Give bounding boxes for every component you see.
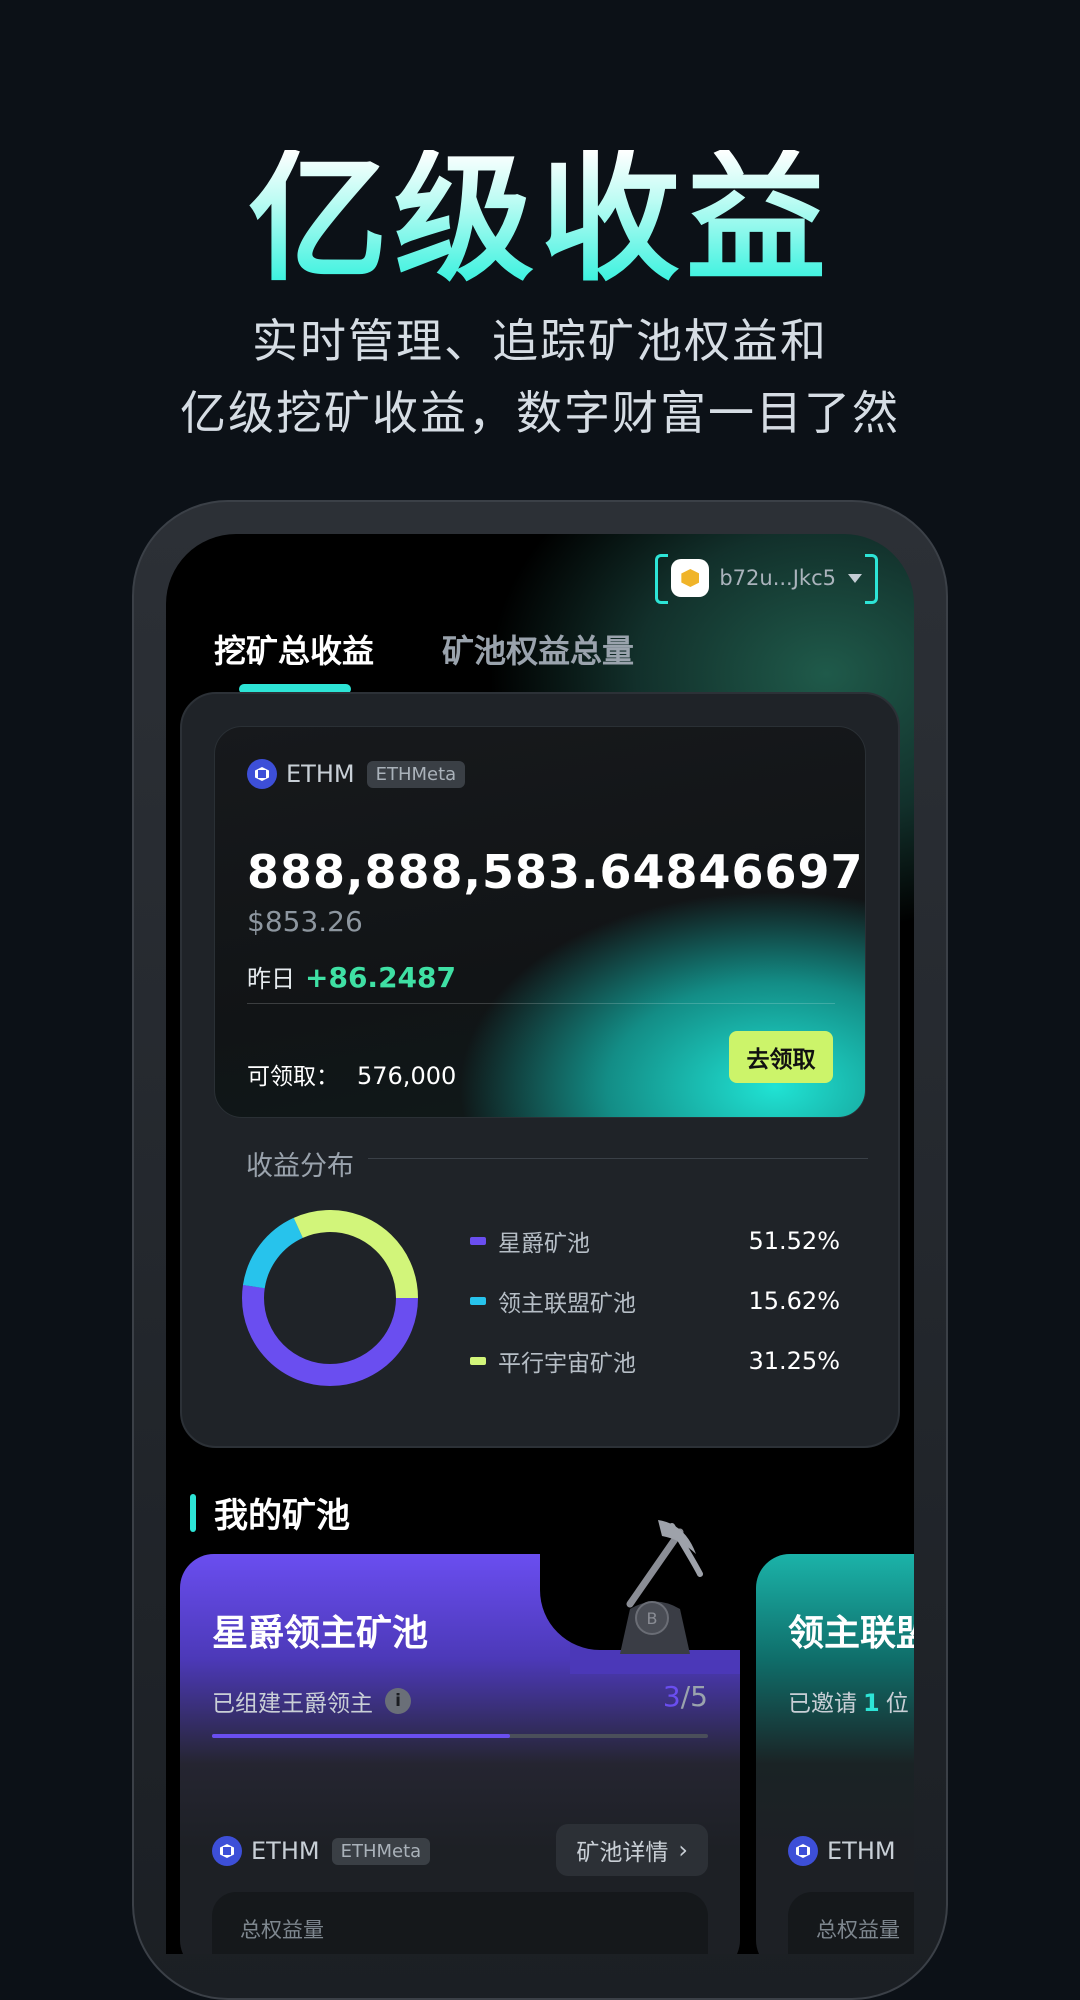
chevron-right-icon: › xyxy=(678,1836,688,1864)
pool-card-lingzhu[interactable]: 领主联盟矿池 已邀请1位 ETHM 总权益量 xyxy=(756,1554,914,1954)
pool-equity-label: 总权益量 xyxy=(816,1918,900,1942)
pool-count-current: 3 xyxy=(662,1680,681,1713)
section-accent-bar xyxy=(190,1493,196,1532)
pool-token-label: ETHM xyxy=(788,1836,896,1866)
bracket-right-icon xyxy=(865,554,878,604)
pool-progress-fill xyxy=(212,1734,510,1738)
token-tag: ETHMeta xyxy=(366,760,466,788)
legend-percent: 15.62% xyxy=(748,1287,840,1315)
tab-pool-equity[interactable]: 矿池权益总量 xyxy=(442,626,634,672)
legend-item-lingzhu: 领主联盟矿池 15.62% xyxy=(470,1284,840,1318)
hero-subtitle-line2: 亿级挖矿收益，数字财富一目了然 xyxy=(180,386,900,440)
legend-percent: 51.52% xyxy=(748,1227,840,1255)
svg-text:B: B xyxy=(647,1609,658,1628)
legend-swatch xyxy=(470,1237,486,1245)
token-tag: ETHMeta xyxy=(331,1837,431,1865)
wallet-address: b72u...Jkc5 xyxy=(719,566,836,590)
distribution-divider xyxy=(368,1158,868,1159)
bracket-left-icon xyxy=(655,554,669,604)
token-symbol: ETHM xyxy=(251,1837,320,1865)
ethm-token-icon xyxy=(212,1836,242,1866)
pool-sub: 已组建王爵领主 i xyxy=(212,1684,411,1718)
claim-button[interactable]: 去领取 xyxy=(729,1031,833,1083)
chevron-down-icon xyxy=(848,573,862,583)
pool-count-total: /5 xyxy=(680,1680,708,1713)
pool-sub-prefix: 已邀请 xyxy=(788,1691,857,1717)
yesterday-label: 昨日 xyxy=(247,965,295,993)
earnings-card: ETHM ETHMeta 888,888,583.64846697 $853.2… xyxy=(214,726,866,1118)
total-earnings: 888,888,583.64846697 xyxy=(247,845,864,899)
my-pools-title: 我的矿池 xyxy=(214,1496,350,1536)
phone-screen: b72u...Jkc5 挖矿总收益 矿池权益总量 ETHM ETHMeta 88… xyxy=(166,534,914,1954)
legend-percent: 31.25% xyxy=(748,1347,840,1375)
pool-sub: 已邀请 1 位 xyxy=(788,1684,909,1718)
hero-subtitle-line1: 实时管理、追踪矿池权益和 xyxy=(252,314,828,368)
claimable-value: 576,000 xyxy=(357,1062,457,1090)
card-divider xyxy=(247,1003,835,1004)
my-pools-header: 我的矿池 xyxy=(190,1488,350,1537)
ethm-token-icon xyxy=(247,759,277,789)
token-label: ETHM ETHMeta xyxy=(247,759,466,789)
legend-item-pingxing: 平行宇宙矿池 31.25% xyxy=(470,1344,840,1378)
pool-detail-button[interactable]: 矿池详情 › xyxy=(556,1824,708,1876)
legend-swatch xyxy=(470,1357,486,1365)
ethm-token-icon xyxy=(788,1836,818,1866)
pool-progress-bar xyxy=(212,1734,708,1738)
pool-card-xingjue[interactable]: B 星爵领主矿池 已组建王爵领主 i 3/5 ETHM ETHMeta 矿池详情… xyxy=(180,1520,760,1954)
pool-name: 星爵领主矿池 xyxy=(212,1613,429,1654)
wallet-avatar-icon xyxy=(671,559,710,597)
pool-name: 领主联盟矿池 xyxy=(788,1613,914,1654)
distribution-donut-chart xyxy=(242,1210,418,1386)
claimable: 可领取： 576,000 xyxy=(247,1057,456,1091)
token-symbol: ETHM xyxy=(827,1837,896,1865)
tab-total-earnings[interactable]: 挖矿总收益 xyxy=(214,626,374,672)
legend-item-xingjue: 星爵矿池 51.52% xyxy=(470,1224,840,1258)
token-symbol: ETHM xyxy=(286,760,355,788)
legend-name: 平行宇宙矿池 xyxy=(498,1351,636,1377)
legend-name: 星爵矿池 xyxy=(498,1231,590,1257)
claimable-label: 可领取： xyxy=(247,1064,339,1090)
hero-title: 亿级收益 xyxy=(0,150,1080,290)
yesterday-earnings: 昨日 +86.2487 xyxy=(247,959,456,994)
pickaxe-icon: B xyxy=(620,1520,703,1654)
pool-sub-count: 1 xyxy=(863,1689,880,1717)
pool-sub-suffix: 位 xyxy=(885,1691,909,1717)
pool-equity-box: 总权益量 xyxy=(788,1892,914,1954)
pool-token-label: ETHM ETHMeta xyxy=(212,1836,431,1866)
pool-member-count: 3/5 xyxy=(663,1680,708,1713)
usd-value: $853.26 xyxy=(247,905,363,938)
legend-name: 领主联盟矿池 xyxy=(498,1291,636,1317)
pool-equity-box: 总权益量 xyxy=(212,1892,708,1954)
legend-swatch xyxy=(470,1297,486,1305)
yesterday-change: +86.2487 xyxy=(305,961,456,994)
pool-sub-label: 已组建王爵领主 xyxy=(212,1691,373,1717)
pool-equity-label: 总权益量 xyxy=(240,1918,324,1942)
pool-detail-label: 矿池详情 xyxy=(576,1840,669,1866)
distribution-title: 收益分布 xyxy=(246,1151,354,1182)
wallet-selector[interactable]: b72u...Jkc5 xyxy=(655,554,878,604)
info-icon[interactable]: i xyxy=(385,1688,411,1714)
